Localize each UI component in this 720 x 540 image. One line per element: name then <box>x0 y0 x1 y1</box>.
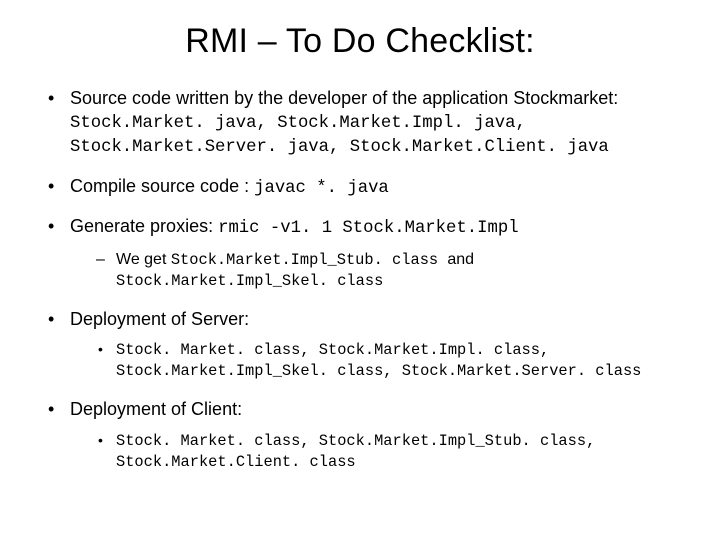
item-code: javac *. java <box>254 179 389 198</box>
sub-list: Stock. Market. class, Stock.Market.Impl_… <box>70 431 684 473</box>
list-item: Generate proxies: rmic -v1. 1 Stock.Mark… <box>46 215 684 292</box>
sub-code: Stock. Market. class, Stock.Market.Impl.… <box>116 341 641 380</box>
sub-code: Stock. Market. class, Stock.Market.Impl_… <box>116 432 595 471</box>
sub-code: Stock.Market.Impl_Skel. class <box>116 272 383 290</box>
item-lead: Generate proxies: <box>70 216 218 236</box>
item-lead: Deployment of Client: <box>70 399 242 419</box>
sub-list: Stock. Market. class, Stock.Market.Impl.… <box>70 340 684 382</box>
sub-list: We get Stock.Market.Impl_Stub. class and… <box>70 250 684 292</box>
sub-mid: and <box>447 251 474 268</box>
item-lead: Source code written by the developer of … <box>70 88 618 108</box>
slide: RMI – To Do Checklist: Source code writt… <box>0 0 720 540</box>
sub-list-item: Stock. Market. class, Stock.Market.Impl_… <box>96 431 684 473</box>
page-title: RMI – To Do Checklist: <box>36 22 684 61</box>
item-code: Stock.Market. java, Stock.Market.Impl. j… <box>70 114 609 158</box>
list-item: Deployment of Client: Stock. Market. cla… <box>46 398 684 472</box>
list-item: Compile source code : javac *. java <box>46 175 684 200</box>
sub-pre: We get <box>116 251 171 268</box>
list-item: Deployment of Server: Stock. Market. cla… <box>46 308 684 382</box>
sub-list-item: Stock. Market. class, Stock.Market.Impl.… <box>96 340 684 382</box>
sub-list-item: We get Stock.Market.Impl_Stub. class and… <box>96 250 684 292</box>
list-item: Source code written by the developer of … <box>46 87 684 159</box>
sub-code: Stock.Market.Impl_Stub. class <box>171 251 448 269</box>
item-lead: Deployment of Server: <box>70 309 249 329</box>
item-lead: Compile source code : <box>70 176 254 196</box>
bullet-list: Source code written by the developer of … <box>36 87 684 473</box>
item-code: rmic -v1. 1 Stock.Market.Impl <box>218 219 518 238</box>
